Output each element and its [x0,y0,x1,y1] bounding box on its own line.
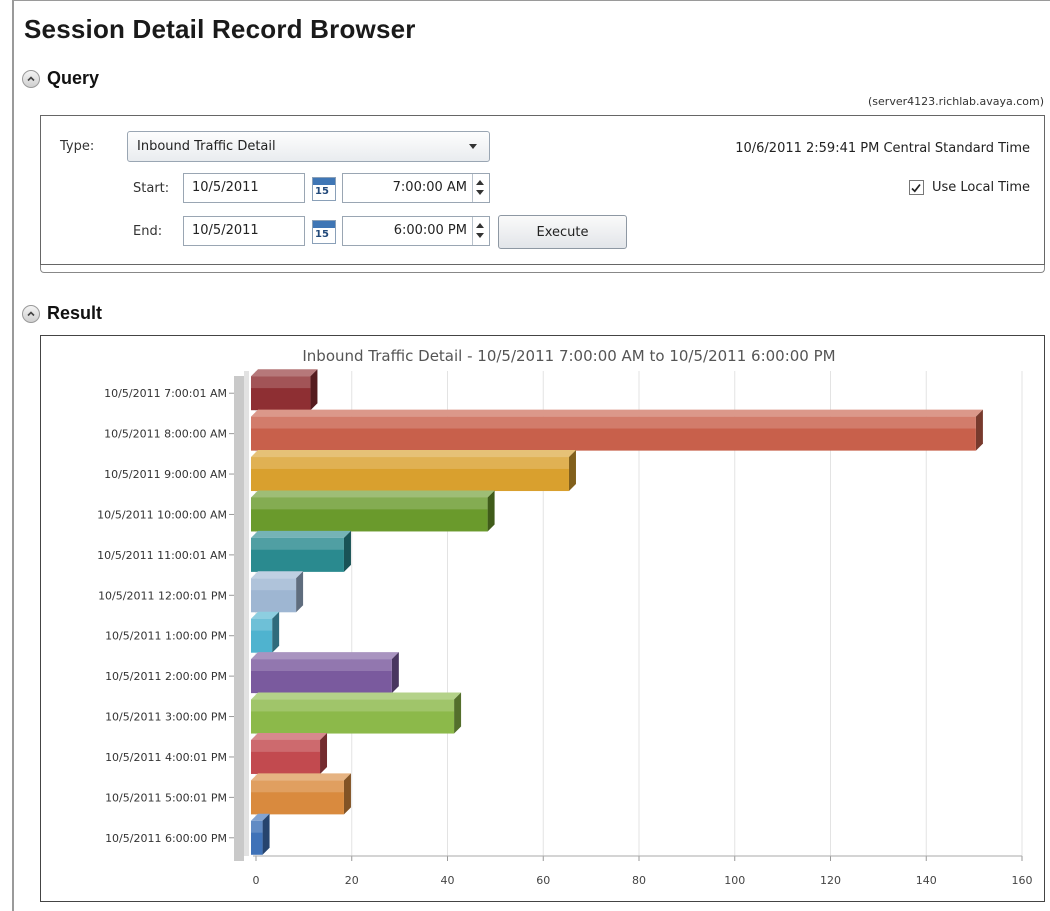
bar-top [251,530,351,538]
y-tick-label: 10/5/2011 8:00:00 AM [104,428,227,441]
spin-up-icon[interactable] [476,223,484,228]
bar-side [343,773,351,815]
y-tick-label: 10/5/2011 10:00:00 AM [97,508,227,521]
end-date-value: 10/5/2011 [192,223,259,238]
end-calendar-icon[interactable]: 15 [312,220,336,244]
bar-top [251,692,462,700]
x-tick-label: 0 [253,874,260,887]
query-panel-scrollbar [40,265,1045,273]
y-tick-label: 10/5/2011 2:00:00 PM [105,670,227,683]
bar-top [251,450,576,458]
bar-side [568,450,576,492]
bar-top [251,409,983,417]
y-tick-label: 10/5/2011 3:00:00 PM [105,711,227,724]
x-tick-label: 60 [536,874,550,887]
x-tick-label: 160 [1012,874,1033,887]
collapse-result-icon[interactable] [22,304,40,323]
bar-top [251,571,304,579]
type-dropdown-value: Inbound Traffic Detail [137,139,276,154]
bar-side [391,652,399,694]
x-tick-label: 100 [724,874,745,887]
result-section-label: Result [47,303,103,323]
bar-highlight [251,578,297,591]
use-local-time-checkbox[interactable] [908,180,924,195]
x-tick-label: 40 [441,874,455,887]
bar-highlight [251,699,455,712]
y-tick-label: 10/5/2011 9:00:00 AM [104,468,227,481]
start-time-spinner[interactable] [472,174,487,202]
spin-up-icon[interactable] [476,180,484,185]
bar-top [251,490,495,498]
y-tick-label: 10/5/2011 11:00:01 AM [97,549,227,562]
current-datetime: 10/6/2011 2:59:41 PM Central Standard Ti… [735,141,1030,156]
page-title: Session Detail Record Browser [24,14,416,44]
execute-button[interactable]: Execute [498,215,627,249]
y-tick-label: 10/5/2011 7:00:01 AM [104,387,227,400]
bar-highlight [251,618,273,631]
chart-title: Inbound Traffic Detail - 10/5/2011 7:00:… [302,347,835,365]
x-tick-label: 120 [820,874,841,887]
query-section-label: Query [47,68,100,88]
y-tick-label: 10/5/2011 12:00:01 PM [98,589,227,602]
result-panel: Inbound Traffic Detail - 10/5/2011 7:00:… [40,335,1045,902]
use-local-time-label: Use Local Time [931,180,1030,195]
start-label: Start: [133,181,170,196]
type-label: Type: [60,139,95,154]
axis-wall-face [244,371,249,856]
use-local-time-toggle[interactable]: Use Local Time [908,180,1030,195]
bar-top [251,652,399,660]
chevron-down-icon [469,144,477,149]
bar-highlight [251,659,392,672]
bar-top [251,369,318,377]
bar-side [296,571,304,613]
axis-wall [234,376,244,861]
server-name: (server4123.richlab.avaya.com) [868,95,1044,108]
end-time-value: 6:00:00 PM [393,223,467,238]
start-calendar-day: 15 [315,186,329,197]
end-label: End: [133,224,163,239]
traffic-chart: Inbound Traffic Detail - 10/5/2011 7:00:… [97,347,1033,887]
start-time-value: 7:00:00 AM [392,180,467,195]
y-tick-label: 10/5/2011 4:00:01 PM [105,751,227,764]
spin-down-icon[interactable] [476,190,484,195]
bar-top [251,732,328,740]
bar-highlight [251,780,344,793]
bar-side [272,611,280,653]
bar-side [320,732,328,774]
bar-side [262,813,270,855]
bar-highlight [251,376,311,389]
query-section-header[interactable]: Query [22,68,99,89]
collapse-query-icon[interactable] [22,69,40,88]
bar-highlight [251,457,569,469]
end-time-input[interactable]: 6:00:00 PM [342,216,490,246]
bar-side [343,530,351,572]
start-time-input[interactable]: 7:00:00 AM [342,173,490,203]
end-calendar-day: 15 [315,229,329,240]
bar-highlight [251,416,976,429]
bar-side [454,692,462,734]
bar-highlight [251,497,488,510]
x-tick-label: 20 [345,874,359,887]
start-calendar-icon[interactable]: 15 [312,177,336,201]
end-date-input[interactable]: 10/5/2011 [183,216,305,246]
bar-side [487,490,495,532]
bar-side [975,409,983,451]
end-time-spinner[interactable] [472,217,487,245]
type-dropdown[interactable]: Inbound Traffic Detail [127,131,490,162]
bar-side [310,369,318,411]
bar-highlight [251,820,263,833]
start-date-value: 10/5/2011 [192,180,259,195]
bar-highlight [251,739,321,752]
bar-top [251,773,351,781]
y-tick-label: 10/5/2011 1:00:00 PM [105,630,227,643]
start-date-input[interactable]: 10/5/2011 [183,173,305,203]
bar-highlight [251,537,344,550]
x-tick-label: 80 [632,874,646,887]
x-tick-label: 140 [916,874,937,887]
y-tick-label: 10/5/2011 6:00:00 PM [105,832,227,845]
spin-down-icon[interactable] [476,233,484,238]
result-section-header[interactable]: Result [22,303,102,324]
y-tick-label: 10/5/2011 5:00:01 PM [105,791,227,804]
